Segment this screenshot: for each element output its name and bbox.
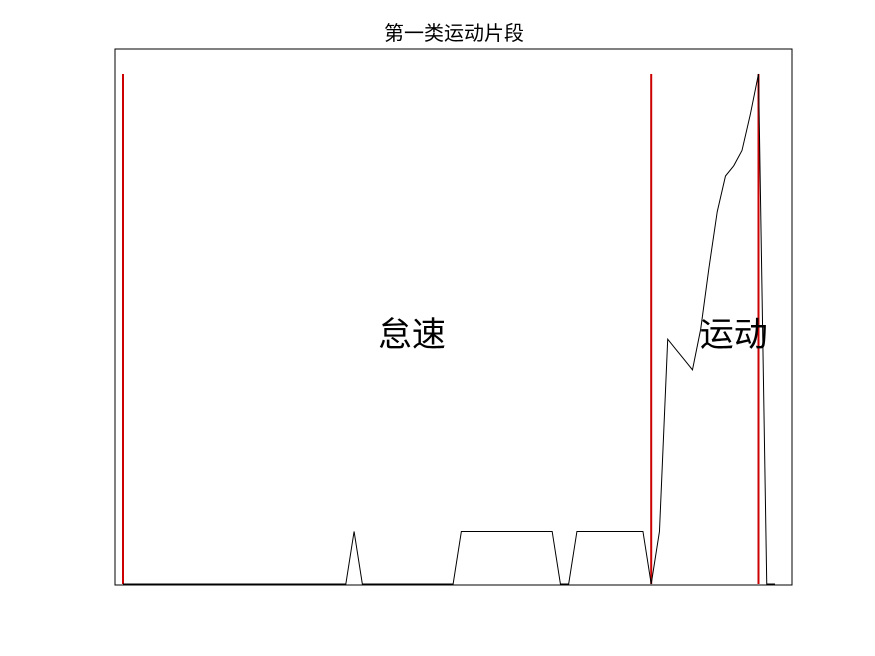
annotation-0: 怠速 xyxy=(378,315,446,355)
chart: 第一类运动片段 怠速 运动 xyxy=(0,0,875,656)
chart-title: 第一类运动片段 xyxy=(384,21,524,45)
plot-area xyxy=(114,48,793,586)
annotation-1: 运动 xyxy=(700,315,768,355)
